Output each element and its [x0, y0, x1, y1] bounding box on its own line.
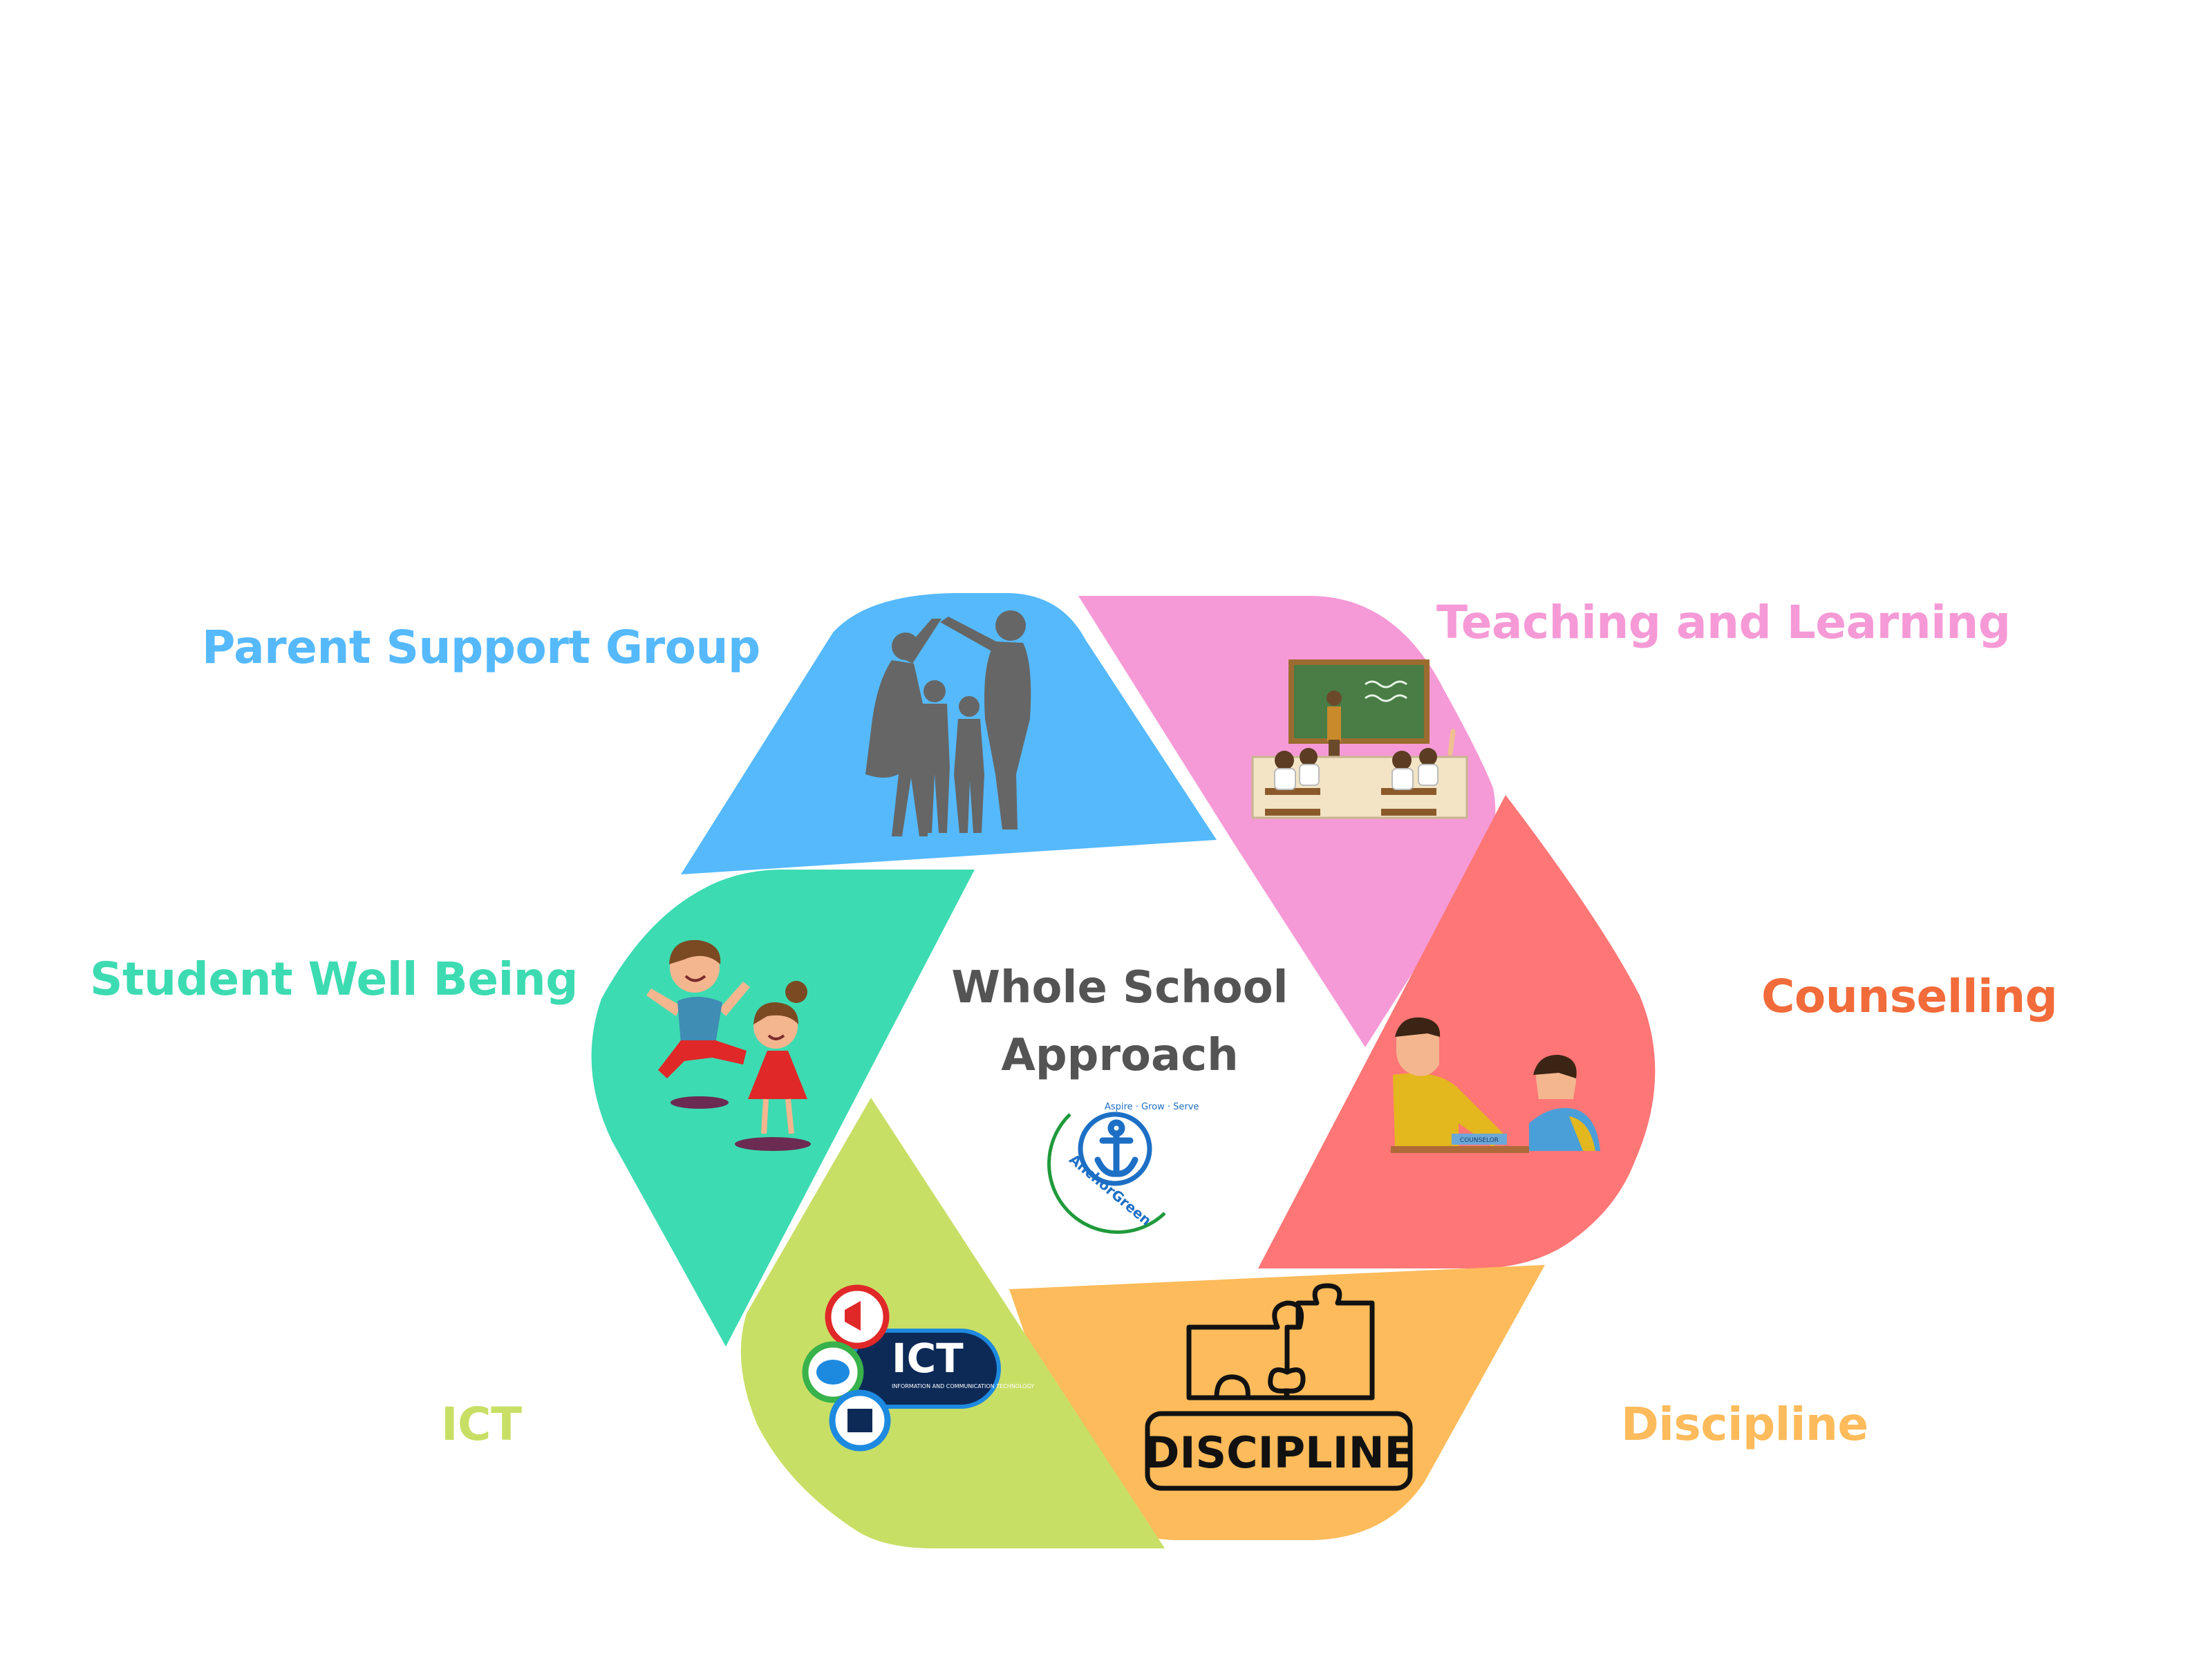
- label-teaching-and-learning: Teaching and Learning: [1436, 596, 2011, 649]
- label-ict: ICT: [441, 1398, 522, 1451]
- label-discipline: Discipline: [1621, 1398, 1868, 1451]
- counselor-sign-text: COUNSELOR: [1460, 1137, 1499, 1144]
- anchorgreen-logo: Aspire · Grow · Serve AnchorGreen: [1047, 1102, 1199, 1234]
- center-title-line2: Approach: [1001, 1030, 1239, 1081]
- label-counselling: Counselling: [1761, 970, 2058, 1023]
- whole-school-approach-diagram: COUNSELOR DISCIPLINE ICT INFORMATION AND…: [591, 593, 1656, 1548]
- label-student-well-being: Student Well Being: [90, 953, 578, 1006]
- logo-top-text: Aspire · Grow · Serve: [1105, 1102, 1199, 1112]
- center-title-line1: Whole School: [951, 962, 1288, 1013]
- ict-badge-subtext: INFORMATION AND COMMUNICATION TECHNOLOGY: [892, 1383, 1034, 1389]
- label-parent-support-group: Parent Support Group: [202, 621, 760, 674]
- ict-badge-text: ICT: [892, 1335, 964, 1382]
- discipline-icon-text: DISCIPLINE: [1144, 1427, 1414, 1478]
- center-title: Whole School Approach: [912, 954, 1327, 1089]
